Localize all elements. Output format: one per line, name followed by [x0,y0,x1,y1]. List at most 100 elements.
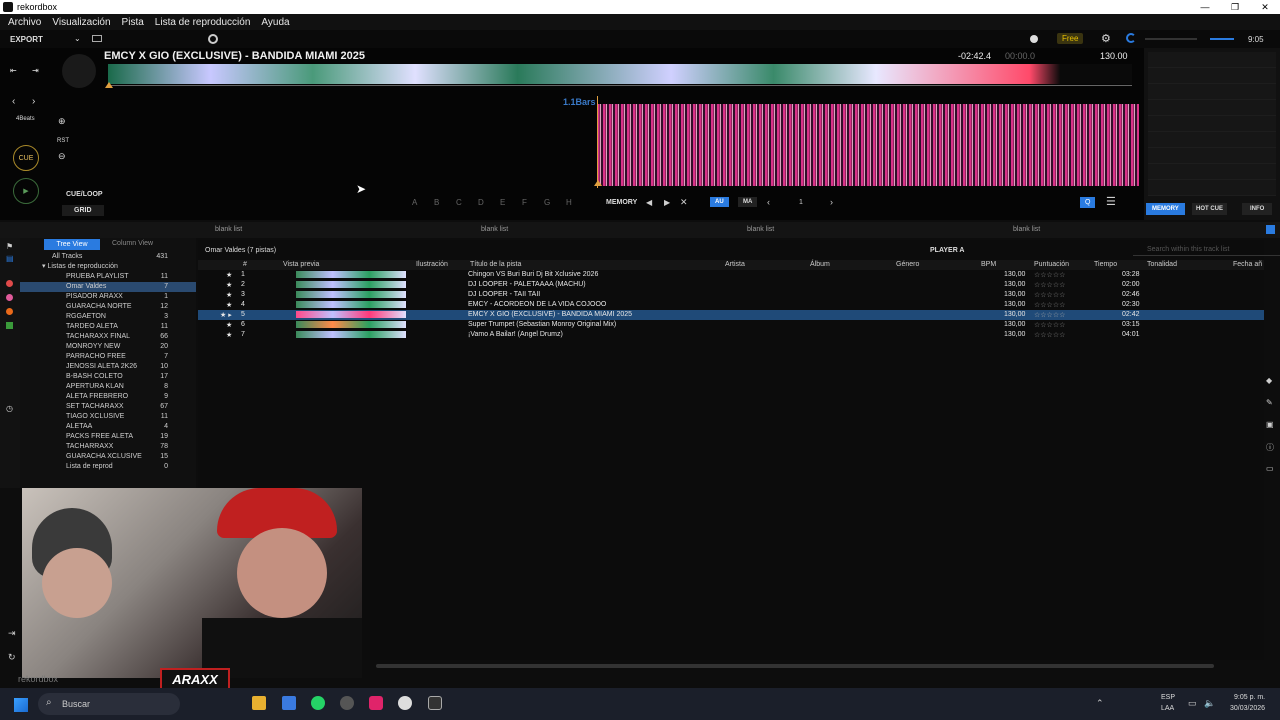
table-row[interactable]: ★ 4 EMCY - ACORDEON DE LA VIDA COJOOO 130… [198,300,1264,310]
playlist-item[interactable]: PISADOR ARAXX 1 [20,292,196,302]
col-rating[interactable]: Puntuación [1034,261,1069,268]
preview-waveform[interactable] [296,301,406,308]
folder-icon[interactable]: ▣ [1266,420,1274,429]
hotcue-c-button[interactable]: C [456,198,462,207]
col-title[interactable]: Título de la pista [470,261,521,268]
preview-waveform[interactable] [296,311,406,318]
minimize-button[interactable]: — [1190,0,1220,14]
hotcue-b-button[interactable]: B [434,198,439,207]
store-icon[interactable] [282,696,296,710]
au-button[interactable]: AU [710,197,729,207]
taskbar-search[interactable]: ⌕ Buscar [38,693,180,715]
table-row[interactable]: ★ 3 DJ LOOPER - TAII TAII 130,00 ☆☆☆☆☆ 02… [198,290,1264,300]
plan-badge[interactable]: Free [1057,33,1084,44]
info-circle-icon[interactable]: ⓘ [1266,442,1274,453]
panel-icon[interactable]: ▭ [1266,464,1274,473]
all-tracks-item[interactable]: All Tracks 431 [20,252,196,262]
next-track-icon[interactable]: › [32,96,35,107]
search-input[interactable]: Search within this track list [1133,244,1280,256]
grid-tab[interactable]: GRID [62,205,104,216]
beats-selector[interactable]: 4Beats [16,116,35,122]
col-number[interactable]: # [243,261,247,268]
info-tab[interactable]: INFO [1242,203,1273,215]
horizontal-scrollbar[interactable] [376,664,1214,668]
playlist-item-selected[interactable]: Omar Valdes 7 [20,282,196,292]
blank-list-3[interactable]: blank list [747,226,774,233]
preview-waveform[interactable] [296,291,406,298]
record-icon[interactable] [208,34,218,44]
tidal-icon[interactable] [6,294,13,301]
shift-right-icon[interactable]: ⇥ [32,66,39,75]
memory-next-icon[interactable]: ▶ [664,198,670,207]
col-time[interactable]: Tiempo [1094,261,1117,268]
menu-archivo[interactable]: Archivo [8,17,41,28]
playlist-item[interactable]: APERTURA KLAN 8 [20,382,196,392]
table-row[interactable]: ★ 7 ¡Vamo A Bailar! (Angel Drumz) 130,00 … [198,330,1264,340]
refresh-icon[interactable]: ↻ [8,652,16,663]
playlist-item[interactable]: TACHARRAXX 78 [20,442,196,452]
ma-button[interactable]: MA [738,197,758,207]
playlist-item[interactable]: JENOSSI ALETA 2K26 10 [20,362,196,372]
page-next-icon[interactable]: › [830,197,833,207]
playlist-item[interactable]: TARDEO ALETA 11 [20,322,196,332]
zoom-reset-button[interactable]: RST [57,138,69,144]
col-artist[interactable]: Artista [725,261,745,268]
volume-icon[interactable]: 🔈 [1204,698,1215,709]
col-date[interactable]: Fecha añ [1233,261,1262,268]
hotcue-e-button[interactable]: E [500,198,505,207]
whatsapp-icon[interactable] [311,696,325,710]
export-icon[interactable]: ⇥ [8,628,16,639]
file-explorer-icon[interactable] [252,696,266,710]
info-icon[interactable] [1030,35,1038,43]
playlist-item[interactable]: B-BASH COLETO 17 [20,372,196,382]
network-icon[interactable]: ▭ [1188,698,1197,709]
playlist-item[interactable]: ALETA FREBRERO 9 [20,392,196,402]
cue-button[interactable]: CUE [13,145,39,171]
column-view-tab[interactable]: Column View [112,240,153,247]
hotcue-g-button[interactable]: G [544,198,550,207]
hotcue-f-button[interactable]: F [522,198,527,207]
hot-cue-tab[interactable]: HOT CUE [1192,203,1227,215]
playlist-item-renaming[interactable]: Lista de reprod 0 [20,462,196,472]
close-button[interactable]: ✕ [1250,0,1280,14]
playhead-marker-icon[interactable] [105,82,113,88]
blank-list-1[interactable]: blank list [215,226,242,233]
beatport-icon[interactable] [6,308,13,315]
zoom-out-icon[interactable]: ⊖ [58,151,66,162]
keyboard-layout[interactable]: LAA [1161,705,1174,712]
history-icon[interactable]: ◷ [6,404,13,413]
app-icon[interactable] [340,696,354,710]
memory-delete-icon[interactable]: ✕ [680,197,688,208]
table-row[interactable]: ★ 2 DJ LOOPER - PALETAAAA (MACHU) 130,00 … [198,280,1264,290]
volume-slider[interactable] [1145,38,1197,40]
playlist-icon[interactable]: ▤ [6,254,14,263]
col-album[interactable]: Álbum [810,261,830,268]
player-selector[interactable]: PLAYER A [930,247,965,254]
hotcue-a-button[interactable]: A [412,198,417,207]
menu-lista[interactable]: Lista de reproducción [155,17,251,28]
zoom-in-icon[interactable]: ⊕ [58,116,66,127]
tree-view-tab[interactable]: Tree View [44,239,100,250]
playlist-item[interactable]: RGGAETON 3 [20,312,196,322]
preview-waveform[interactable] [296,321,406,328]
hotcue-d-button[interactable]: D [478,198,484,207]
menu-visualizacion[interactable]: Visualización [52,17,110,28]
sync-icon[interactable] [1126,33,1136,43]
overview-waveform[interactable] [108,64,1132,84]
collection-icon[interactable]: ⚑ [6,242,13,251]
col-genre[interactable]: Género [896,261,919,268]
menu-pista[interactable]: Pista [122,17,144,28]
playlists-header[interactable]: ▾ Listas de reproducción [20,262,196,272]
rekordbox-taskbar-icon[interactable] [428,696,442,710]
chevron-down-icon[interactable]: ⌄ [74,34,81,43]
col-key[interactable]: Tonalidad [1147,261,1177,268]
gear-icon[interactable]: ⚙ [1101,32,1111,45]
export-mode-dropdown[interactable]: EXPORT [10,35,43,44]
blank-list-2[interactable]: blank list [481,226,508,233]
playlist-item[interactable]: PARRACHO FREE 7 [20,352,196,362]
memory-prev-icon[interactable]: ◀ [646,198,652,207]
playlist-item[interactable]: PACKS FREE ALETA 19 [20,432,196,442]
tag-icon[interactable]: ◆ [1266,376,1272,385]
menu-icon[interactable]: ☰ [1106,195,1116,208]
playlist-item[interactable]: MONROYY NEW 20 [20,342,196,352]
